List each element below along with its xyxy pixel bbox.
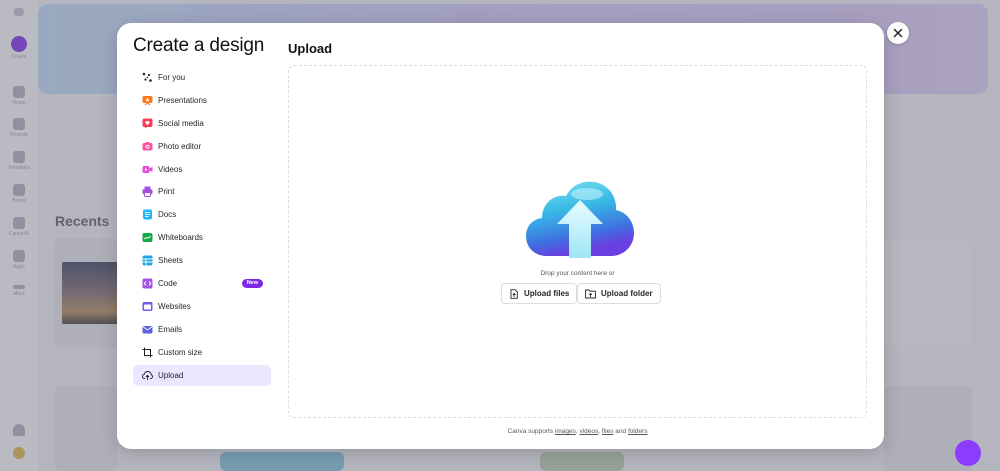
nav-item-social-media[interactable]: Social media [133,113,271,134]
nav-item-for-you[interactable]: For you [133,67,271,88]
videos-link[interactable]: videos [579,428,598,435]
crop-icon [142,347,153,358]
heart-icon [142,118,153,129]
nav-item-photo-editor[interactable]: Photo editor [133,136,271,157]
nav-label: Presentations [158,95,207,105]
nav-label: Custom size [158,347,203,357]
presentation-icon [142,95,153,106]
nav-label: Docs [158,210,177,220]
nav-label: Sheets [158,256,183,266]
camera-icon [142,141,153,151]
doc-icon [143,209,152,220]
video-icon [142,165,153,173]
nav-item-docs[interactable]: Docs [133,204,271,225]
nav-label: Social media [158,118,204,128]
website-icon [142,301,153,311]
nav-label: Print [158,187,175,197]
nav-item-emails[interactable]: Emails [133,319,271,340]
nav-item-print[interactable]: Print [133,181,271,202]
drop-text: Drop your content here or [540,270,615,277]
cloud-upload-icon [142,370,153,380]
nav-item-code[interactable]: Code New [133,273,271,294]
upload-folder-label: Upload folder [601,289,653,298]
nav-label: For you [158,73,186,82]
nav-label: Whiteboards [158,233,203,243]
code-icon [142,278,153,289]
nav-label: Code [158,279,178,289]
folder-upload-icon [585,289,596,298]
email-icon [142,325,153,334]
close-button[interactable] [887,22,909,44]
whiteboard-icon [142,233,153,243]
printer-icon [142,186,153,198]
upload-title: Upload [288,41,333,56]
nav-item-whiteboards[interactable]: Whiteboards [133,227,271,248]
assistant-fab[interactable] [955,440,981,466]
nav-label: Upload [158,370,184,380]
create-design-dialog: Create a design For you Presentations So… [117,23,884,449]
file-icon [510,288,518,299]
nav-label: Videos [158,164,183,174]
design-type-nav: For you Presentations Social media Photo… [133,67,271,387]
supported-types-note: Canva supports images, videos, files and… [507,428,648,435]
nav-item-sheets[interactable]: Sheets [133,250,271,271]
nav-label: Emails [158,324,183,334]
upload-files-label: Upload files [524,289,570,298]
nav-label: Websites [158,301,191,311]
files-link[interactable]: files [602,428,614,435]
nav-item-videos[interactable]: Videos [133,159,271,180]
nav-item-custom-size[interactable]: Custom size [133,342,271,363]
nav-item-presentations[interactable]: Presentations [133,90,271,111]
dialog-title: Create a design [133,35,265,56]
nav-item-websites[interactable]: Websites [133,296,271,317]
folders-link[interactable]: folders [628,428,648,435]
new-badge: New [241,279,263,289]
nav-item-upload[interactable]: Upload [133,364,271,386]
upload-dropzone[interactable]: Drop your content here or Upload files U… [288,65,867,418]
nav-label: Photo editor [158,141,202,151]
sheet-icon [142,255,153,266]
cloud-upload-illustration [526,181,634,258]
upload-files-button[interactable]: Upload files [501,283,578,304]
close-icon [893,28,903,38]
sparkle-icon [142,72,152,82]
upload-folder-button[interactable]: Upload folder [577,283,661,304]
images-link[interactable]: images [555,428,576,435]
